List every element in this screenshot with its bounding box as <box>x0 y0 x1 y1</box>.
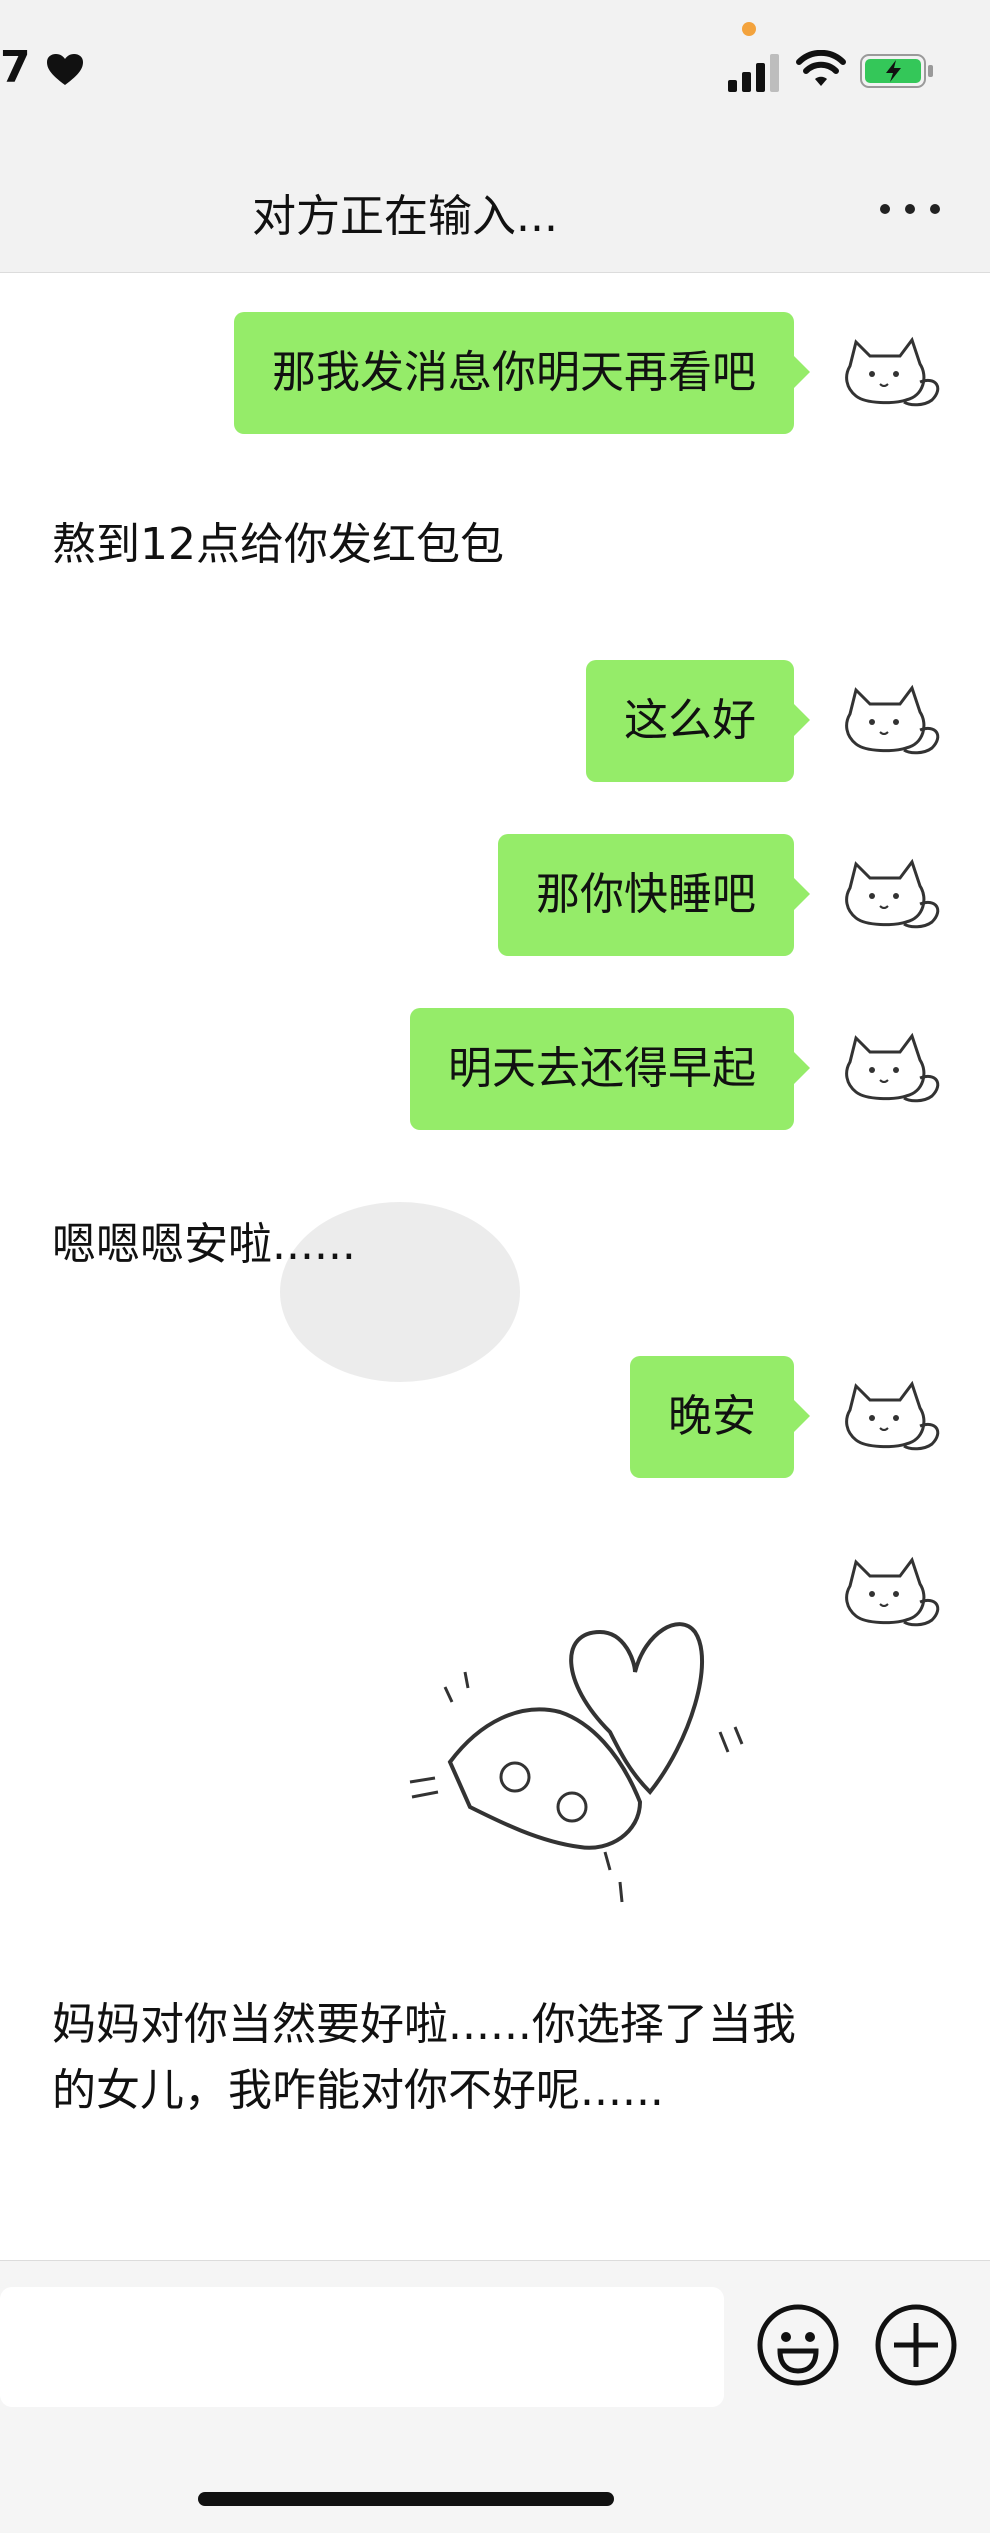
incoming-message[interactable]: 嗯嗯嗯安啦...... <box>52 1212 812 1278</box>
status-bar: 7 <box>0 0 990 150</box>
incoming-message[interactable]: 熬到12点给你发红包包 <box>52 512 812 578</box>
cat-avatar-icon[interactable] <box>836 1370 946 1460</box>
emoji-icon[interactable] <box>756 2303 840 2387</box>
outgoing-bubble[interactable]: 这么好 <box>586 660 810 782</box>
cat-avatar-icon[interactable] <box>836 1546 946 1636</box>
home-indicator[interactable] <box>198 2492 614 2506</box>
more-options-button[interactable] <box>870 182 950 232</box>
background-cat-watermark <box>280 1202 520 1382</box>
message-list: 那我发消息你明天再看吧 熬到12点给你发红包包 这么好 那你快睡吧 明天去还得早… <box>0 272 990 2260</box>
chat-header: 对方正在输入... <box>0 150 990 273</box>
cellular-signal-icon <box>728 54 779 92</box>
cat-avatar-icon[interactable] <box>836 674 946 764</box>
outgoing-bubble[interactable]: 明天去还得早起 <box>410 1008 810 1130</box>
outgoing-bubble[interactable]: 晚安 <box>630 1356 810 1478</box>
cat-avatar-icon[interactable] <box>836 848 946 938</box>
outgoing-bubble[interactable]: 那你快睡吧 <box>498 834 810 956</box>
cat-avatar-icon[interactable] <box>836 326 946 416</box>
cat-avatar-icon[interactable] <box>836 1022 946 1112</box>
wifi-icon <box>796 50 846 86</box>
message-input[interactable] <box>0 2287 724 2407</box>
chat-title: 对方正在输入... <box>252 191 558 242</box>
cat-heart-sticker[interactable] <box>390 1592 790 1922</box>
more-horizontal-icon <box>880 204 890 214</box>
status-time: 7 <box>0 42 84 93</box>
heart-icon <box>46 54 83 85</box>
outgoing-bubble[interactable]: 那我发消息你明天再看吧 <box>234 312 810 434</box>
battery-charging-icon <box>860 54 933 88</box>
plus-icon[interactable] <box>874 2303 958 2387</box>
privacy-indicator-dot <box>742 22 756 36</box>
incoming-message[interactable]: 妈妈对你当然要好啦......你选择了当我的女儿，我咋能对你不好呢...... <box>52 1992 812 2124</box>
